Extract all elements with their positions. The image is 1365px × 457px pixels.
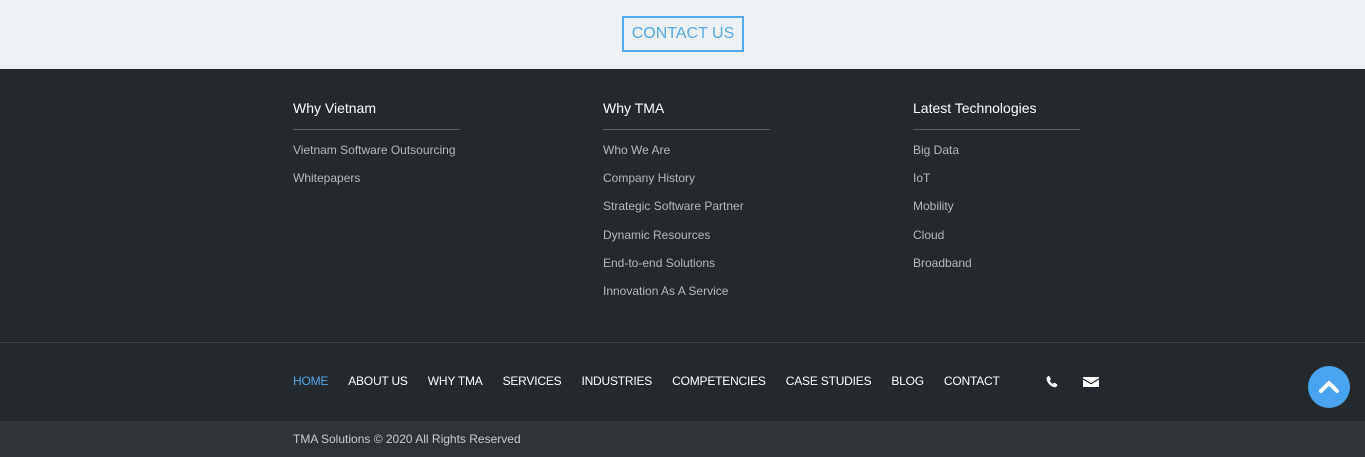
footer-link[interactable]: Innovation As A Service [603,284,770,312]
footer-column-latest-technologies: Latest Technologies Big Data IoT Mobilit… [913,100,1080,284]
column-divider [913,129,1080,130]
nav-home[interactable]: HOME [293,374,328,388]
footer-link[interactable]: Who We Are [603,143,770,171]
footer-link[interactable]: Strategic Software Partner [603,199,770,227]
column-divider [603,129,770,130]
footer-nav-band: HOME ABOUT US WHY TMA SERVICES INDUSTRIE… [0,343,1365,421]
contact-us-button[interactable]: CONTACT US [622,16,744,52]
footer-link[interactable]: Company History [603,171,770,199]
footer-link[interactable]: Vietnam Software Outsourcing [293,143,460,171]
nav-why-tma[interactable]: WHY TMA [428,374,483,388]
footer-link[interactable]: End-to-end Solutions [603,256,770,284]
copyright-bar: TMA Solutions © 2020 All Rights Reserved [0,421,1365,457]
footer-column-why-vietnam: Why Vietnam Vietnam Software Outsourcing… [293,100,460,199]
footer-link[interactable]: Whitepapers [293,171,460,199]
nav-industries[interactable]: INDUSTRIES [581,374,652,388]
column-divider [293,129,460,130]
nav-case-studies[interactable]: CASE STUDIES [786,374,872,388]
column-title: Why TMA [603,100,665,116]
mail-icon[interactable] [1083,375,1099,389]
column-title: Why Vietnam [293,100,376,116]
contact-band: CONTACT US [0,0,1365,69]
footer-link[interactable]: IoT [913,171,1080,199]
chevron-up-icon [1319,381,1339,393]
nav-blog[interactable]: BLOG [891,374,924,388]
nav-services[interactable]: SERVICES [503,374,562,388]
scroll-to-top-button[interactable] [1308,366,1350,408]
phone-icon[interactable] [1044,375,1060,389]
footer-link[interactable]: Mobility [913,199,1080,227]
nav-about-us[interactable]: ABOUT US [348,374,408,388]
nav-contact[interactable]: CONTACT [944,374,1000,388]
footer-link[interactable]: Dynamic Resources [603,228,770,256]
footer-link[interactable]: Broadband [913,256,1080,284]
nav-competencies[interactable]: COMPETENCIES [672,374,766,388]
copyright-text: TMA Solutions © 2020 All Rights Reserved [293,432,521,446]
footer-links: Why Vietnam Vietnam Software Outsourcing… [0,69,1365,343]
footer-nav: HOME ABOUT US WHY TMA SERVICES INDUSTRIE… [293,374,1000,388]
column-title: Latest Technologies [913,100,1037,116]
footer-column-why-tma: Why TMA Who We Are Company History Strat… [603,100,770,312]
footer-link[interactable]: Cloud [913,228,1080,256]
footer-link[interactable]: Big Data [913,143,1080,171]
